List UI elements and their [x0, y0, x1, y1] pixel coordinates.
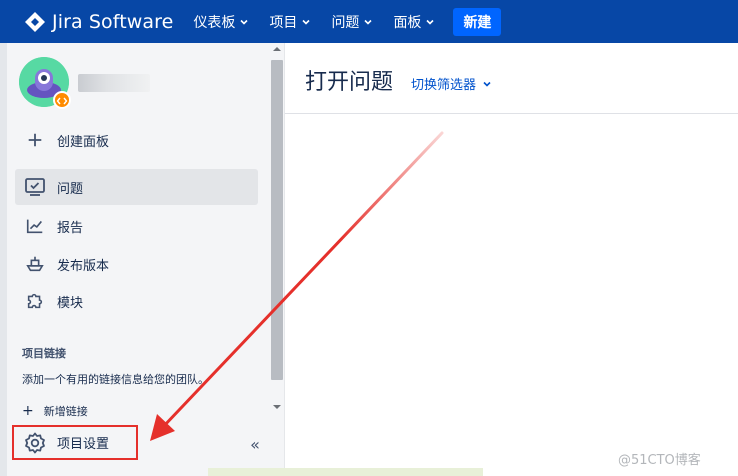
- project-name-blurred: [78, 74, 150, 92]
- project-links-description: 添加一个有用的链接信息给您的团队。: [22, 373, 209, 386]
- sidebar-item-label: 问题: [57, 181, 84, 197]
- nav-dashboards-label: 仪表板: [193, 14, 236, 31]
- chevron-down-icon: [240, 19, 249, 25]
- plus-icon: +: [22, 403, 34, 419]
- chevron-down-icon: [302, 19, 311, 25]
- nav-issues-label: 问题: [331, 14, 360, 31]
- project-settings-item[interactable]: 项目设置: [12, 425, 138, 460]
- sidebar-item-label: 发布版本: [57, 258, 110, 274]
- chevron-down-icon: [426, 19, 435, 25]
- nav-projects[interactable]: 项目: [269, 0, 311, 43]
- nav-dashboards[interactable]: 仪表板: [193, 0, 249, 43]
- ship-icon: [23, 252, 47, 276]
- sidebar-item-issues[interactable]: 问题: [15, 169, 258, 205]
- nav-projects-label: 项目: [269, 14, 298, 31]
- plus-icon: [23, 128, 47, 152]
- app-name: Jira Software: [52, 10, 174, 33]
- issues-icon: [23, 175, 47, 199]
- sidebar-item-label: 报告: [57, 220, 84, 236]
- gear-icon: [25, 432, 45, 453]
- watermark: @51CTO博客: [618, 453, 701, 468]
- add-link-button[interactable]: + 新增链接: [22, 403, 88, 419]
- scrollbar-thumb[interactable]: [271, 60, 283, 380]
- nav-boards-label: 面板: [393, 14, 422, 31]
- background-peek: [208, 468, 483, 476]
- switch-filter-dropdown[interactable]: 切换筛选器: [411, 74, 492, 93]
- collapse-sidebar-button[interactable]: «: [244, 433, 266, 455]
- switch-filter-label: 切换筛选器: [411, 78, 477, 93]
- sidebar-item-reports[interactable]: 报告: [15, 208, 258, 244]
- code-icon: [56, 97, 68, 105]
- jira-logo-icon: [25, 11, 45, 32]
- sidebar-item-create-board[interactable]: 创建面板: [15, 122, 258, 158]
- main-content: [285, 43, 738, 476]
- sidebar-item-releases[interactable]: 发布版本: [15, 246, 258, 282]
- sidebar-item-components[interactable]: 模块: [15, 283, 258, 319]
- sidebar-item-label: 模块: [57, 295, 84, 311]
- project-settings-label: 项目设置: [57, 437, 110, 452]
- project-type-badge: [53, 91, 71, 109]
- create-button[interactable]: 新建: [453, 7, 502, 36]
- jira-logo[interactable]: Jira Software: [24, 0, 173, 43]
- page-title: 打开问题: [305, 70, 394, 95]
- chevron-down-icon: [483, 81, 491, 87]
- header-divider: [285, 113, 738, 114]
- project-links-title: 项目链接: [22, 347, 66, 360]
- add-link-label: 新增链接: [43, 405, 88, 418]
- nav-issues[interactable]: 问题: [331, 0, 373, 43]
- page-edge: [0, 43, 7, 476]
- scroll-down-icon[interactable]: [273, 403, 281, 411]
- chart-icon: [23, 214, 47, 238]
- chevron-down-icon: [364, 19, 373, 25]
- nav-boards[interactable]: 面板: [393, 0, 435, 43]
- scroll-up-icon[interactable]: [273, 45, 281, 53]
- top-navigation: Jira Software 仪表板 项目 问题 面板 新建: [0, 0, 738, 43]
- puzzle-icon: [23, 289, 47, 313]
- sidebar-item-label: 创建面板: [57, 134, 110, 150]
